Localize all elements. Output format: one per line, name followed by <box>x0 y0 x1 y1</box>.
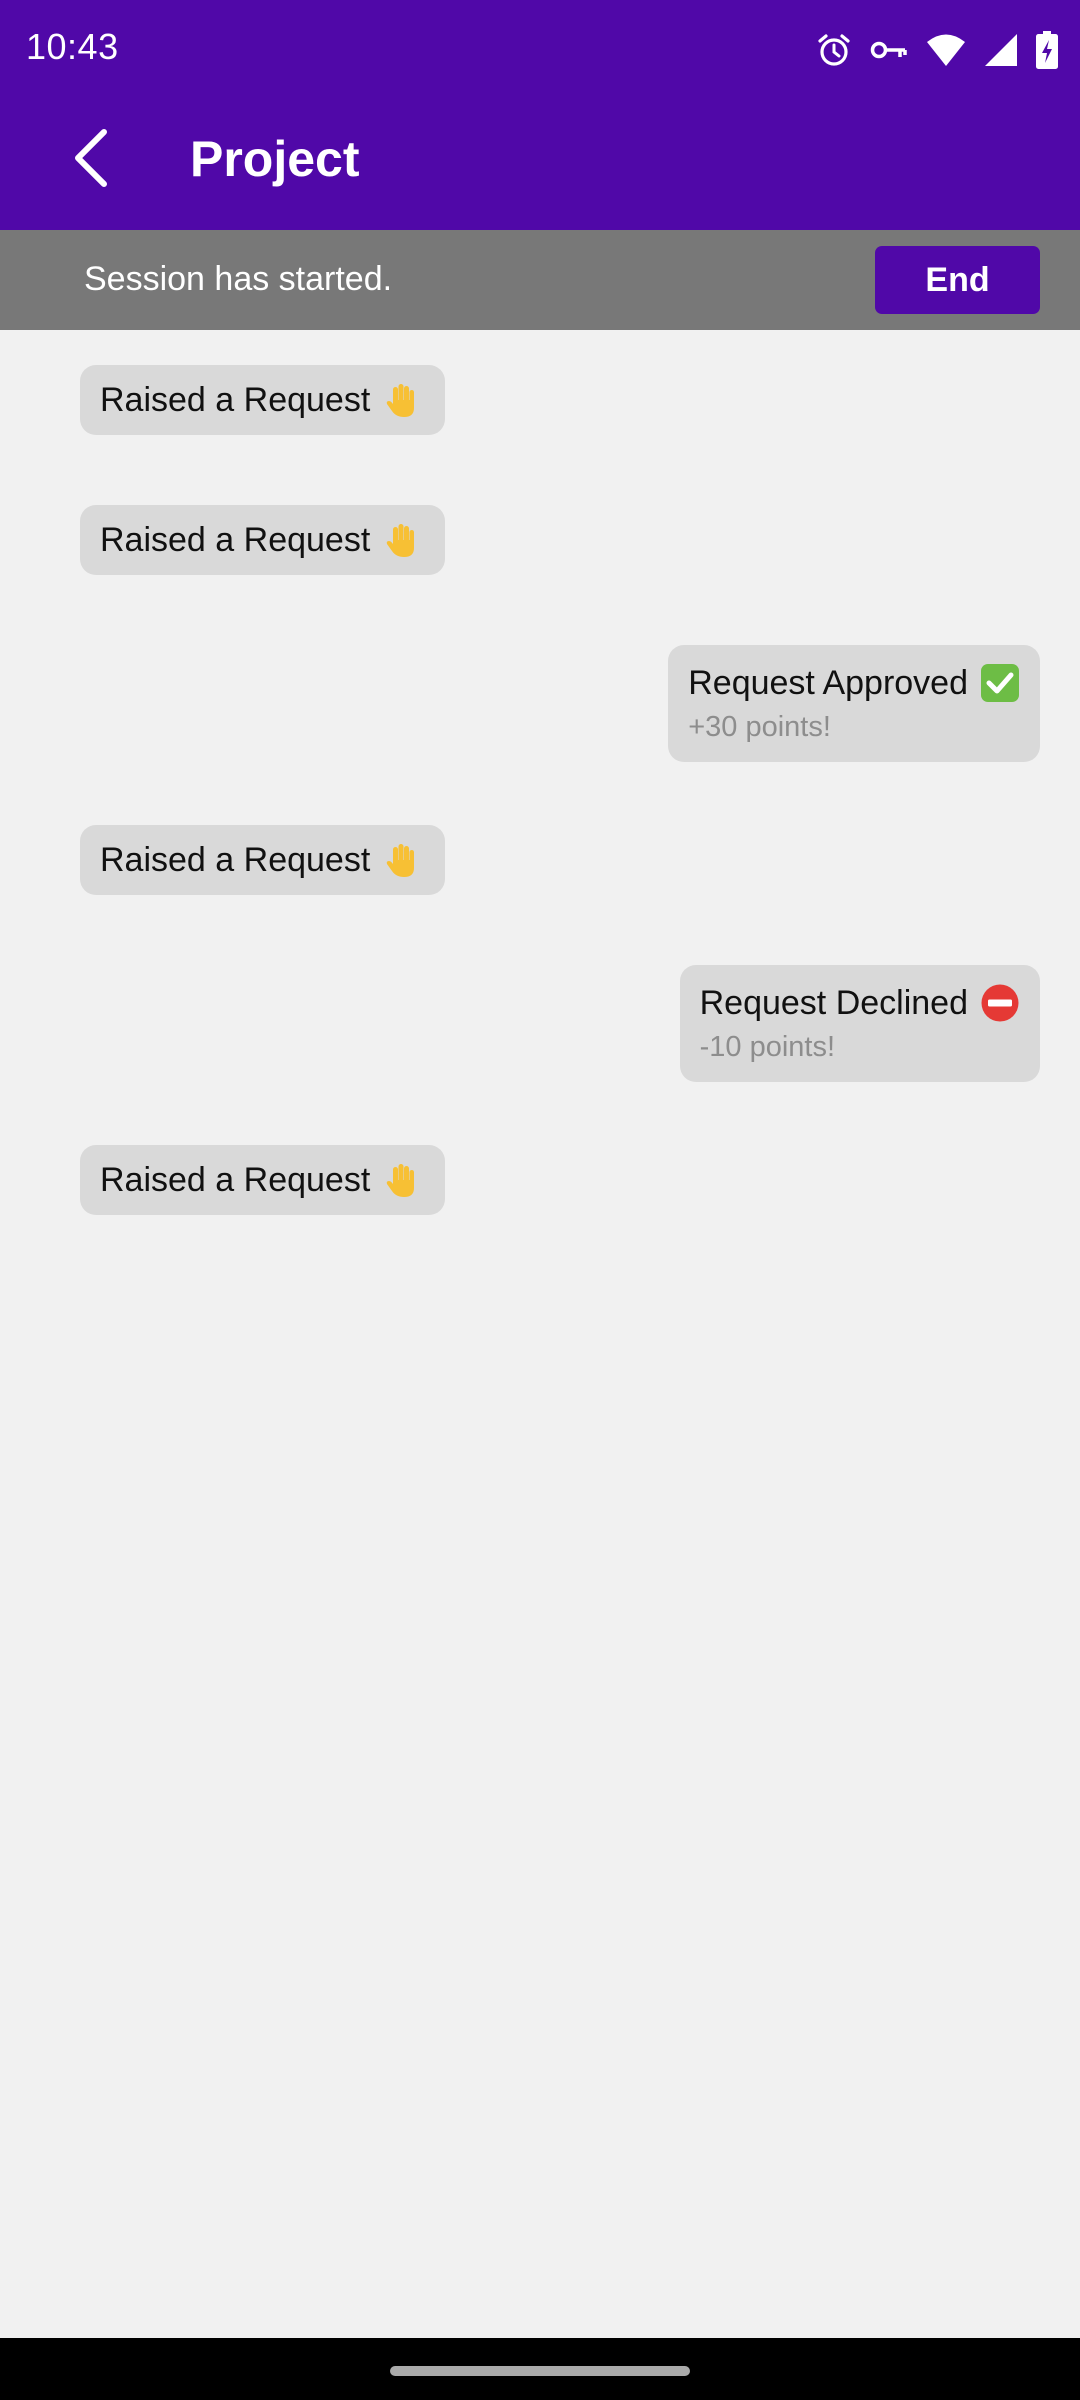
vpn-key-icon <box>870 38 908 62</box>
page-title: Project <box>190 131 360 187</box>
message-text: Raised a Request <box>100 1161 371 1199</box>
cell-signal-icon <box>984 33 1018 67</box>
raised-hand-icon <box>382 380 422 420</box>
app-bar: 10:43 Project <box>0 0 1080 230</box>
check-mark-icon <box>980 663 1020 703</box>
session-banner: Session has started. End <box>0 230 1080 330</box>
message-text: Raised a Request <box>100 381 371 419</box>
status-time: 10:43 <box>26 26 119 67</box>
message-text: Request Declined <box>699 983 968 1022</box>
end-session-button[interactable]: End <box>875 246 1040 314</box>
battery-charging-icon <box>1036 31 1058 69</box>
message-text: Raised a Request <box>100 841 371 879</box>
home-indicator[interactable] <box>390 2366 690 2376</box>
alarm-icon <box>816 32 852 68</box>
toolbar: Project <box>0 110 1080 210</box>
raised-hand-icon <box>382 1160 422 1200</box>
status-bar: 10:43 <box>0 0 1080 100</box>
message-bubble: Request Approved +30 points! <box>668 645 1040 762</box>
points-text: +30 points! <box>688 711 831 743</box>
message-bubble: Raised a Request <box>80 1145 445 1215</box>
message-bubble: Raised a Request <box>80 365 445 435</box>
message-bubble: Raised a Request <box>80 825 445 895</box>
message-bubble: Raised a Request <box>80 505 445 575</box>
points-text: -10 points! <box>699 1031 836 1063</box>
message-bubble: Request Declined -10 points! <box>679 965 1040 1082</box>
back-button[interactable] <box>50 120 130 200</box>
wifi-icon <box>926 33 966 67</box>
raised-hand-icon <box>382 840 422 880</box>
session-status-text: Session has started. <box>84 260 393 298</box>
status-icons <box>816 28 1058 72</box>
message-text: Raised a Request <box>100 521 371 559</box>
raised-hand-icon <box>382 520 422 560</box>
chevron-left-icon <box>68 126 112 195</box>
no-entry-icon <box>980 983 1020 1023</box>
navigation-bar <box>0 2338 1080 2400</box>
message-text: Request Approved <box>688 663 968 702</box>
